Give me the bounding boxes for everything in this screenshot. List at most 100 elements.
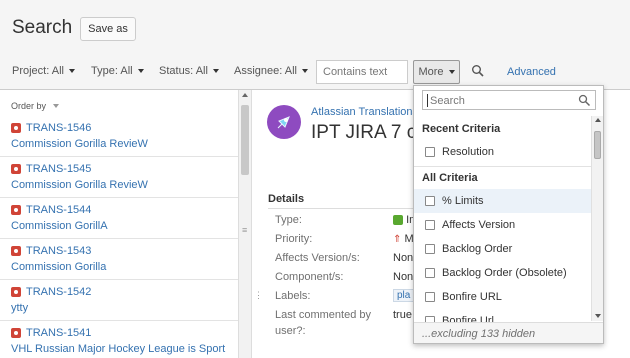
component-value: Non — [393, 271, 414, 283]
criteria-item-backlog-order[interactable]: Backlog Order — [414, 237, 591, 261]
component-label: Component/s: — [275, 271, 344, 283]
issue-summary[interactable]: Commission GorillA — [11, 220, 238, 232]
affects-version-value: Non — [393, 252, 414, 264]
bug-icon — [11, 123, 21, 133]
scroll-down-icon[interactable] — [595, 314, 601, 318]
hidden-criteria-note: ...excluding 133 hidden — [414, 322, 603, 343]
chevron-down-icon — [68, 69, 75, 73]
bug-icon — [11, 205, 21, 215]
advanced-search-link[interactable]: Advanced — [507, 66, 556, 78]
recent-criteria-heading: Recent Criteria — [422, 123, 501, 135]
criteria-item-bonfire-url[interactable]: Bonfire URL — [414, 285, 591, 309]
issue-summary[interactable]: Commission Gorilla RevieW — [11, 138, 238, 150]
checkbox[interactable] — [425, 147, 435, 157]
rocket-icon — [277, 116, 290, 129]
list-item[interactable]: TRANS-1541 VHL Russian Major Hockey Leag… — [0, 321, 238, 358]
issue-key[interactable]: TRANS-1545 — [26, 163, 91, 175]
list-item[interactable]: TRANS-1544 Commission GorillA — [0, 198, 238, 239]
criteria-label: Affects Version — [442, 219, 516, 231]
divider — [268, 208, 418, 209]
issue-summary[interactable]: VHL Russian Major Hockey League is Sport — [11, 343, 238, 355]
order-by-control[interactable]: Order by — [11, 101, 60, 111]
list-scrollbar[interactable] — [238, 90, 251, 358]
scroll-up-icon[interactable] — [242, 93, 248, 97]
more-criteria-dropdown: Search Recent Criteria Resolution All Cr… — [413, 85, 604, 344]
list-item[interactable]: TRANS-1546 Commission Gorilla RevieW — [0, 116, 238, 157]
search-header: Search Save as Project: All Type: All St… — [0, 0, 630, 90]
priority-value: ⇑ M — [393, 233, 414, 245]
list-item[interactable]: TRANS-1543 Commission Gorilla — [0, 239, 238, 280]
bug-icon — [11, 287, 21, 297]
issue-key[interactable]: TRANS-1544 — [26, 204, 91, 216]
scroll-thumb[interactable] — [241, 105, 249, 175]
assignee-filter-label: Assignee: All — [234, 65, 297, 77]
project-link[interactable]: Atlassian Translations — [311, 106, 418, 118]
issue-list-panel: Order by TRANS-1546 Commission Gorilla R… — [0, 90, 252, 358]
panel-resize-handle[interactable]: ≡ — [242, 225, 247, 235]
criteria-item-backlog-order-obsolete[interactable]: Backlog Order (Obsolete) — [414, 261, 591, 285]
dropdown-scrollbar[interactable] — [591, 116, 603, 321]
last-commented-label: Last commented by — [275, 309, 371, 321]
scroll-up-icon[interactable] — [595, 118, 601, 122]
list-item[interactable]: TRANS-1545 Commission Gorilla RevieW — [0, 157, 238, 198]
type-filter-label: Type: All — [91, 65, 133, 77]
chevron-down-icon — [301, 69, 308, 73]
issue-summary[interactable]: ytty — [11, 302, 238, 314]
label-tag[interactable]: pla — [393, 289, 415, 302]
search-icon[interactable] — [471, 64, 485, 78]
status-filter[interactable]: Status: All — [159, 65, 219, 77]
text-search-input[interactable]: Contains text — [316, 60, 408, 84]
criteria-label: Bonfire URL — [442, 291, 502, 303]
checkbox[interactable] — [425, 220, 435, 230]
project-filter-label: Project: All — [12, 65, 64, 77]
issue-key[interactable]: TRANS-1543 — [26, 245, 91, 257]
bug-icon — [11, 246, 21, 256]
checkbox[interactable] — [425, 196, 435, 206]
criteria-search-input[interactable]: Search — [422, 90, 596, 110]
chevron-down-icon — [137, 69, 144, 73]
assignee-filter[interactable]: Assignee: All — [234, 65, 308, 77]
project-avatar — [267, 105, 301, 139]
bug-icon — [11, 328, 21, 338]
list-item[interactable]: TRANS-1542 ytty — [0, 280, 238, 321]
criteria-item-resolution[interactable]: Resolution — [414, 140, 591, 164]
project-filter[interactable]: Project: All — [12, 65, 75, 77]
issue-list: TRANS-1546 Commission Gorilla RevieW TRA… — [0, 116, 238, 358]
chevron-down-icon — [212, 69, 219, 73]
priority-major-icon: ⇑ — [393, 234, 402, 245]
checkbox[interactable] — [425, 292, 435, 302]
more-label: More — [418, 66, 444, 78]
issue-key[interactable]: TRANS-1541 — [26, 327, 91, 339]
criteria-label: Backlog Order — [442, 243, 513, 255]
issue-summary[interactable]: Commission Gorilla — [11, 261, 238, 273]
all-criteria-heading: All Criteria — [422, 172, 478, 184]
bug-icon — [11, 164, 21, 174]
divider — [414, 166, 591, 167]
save-as-button[interactable]: Save as — [80, 17, 136, 41]
more-criteria-button[interactable]: More — [413, 60, 460, 84]
labels-label: Labels: — [275, 290, 311, 302]
page-title: Search — [12, 17, 73, 38]
affects-version-label: Affects Version/s: — [275, 252, 360, 264]
criteria-item-limits[interactable]: % Limits — [414, 189, 591, 213]
type-label: Type: — [275, 214, 302, 226]
scroll-thumb[interactable] — [594, 131, 601, 159]
labels-value: pla — [393, 289, 415, 302]
criteria-search-placeholder: Search — [430, 95, 465, 107]
last-commented-label-2: user?: — [275, 325, 306, 337]
criteria-label: Backlog Order (Obsolete) — [442, 267, 567, 279]
chevron-down-icon — [53, 104, 60, 108]
issue-summary[interactable]: Commission Gorilla RevieW — [11, 179, 238, 191]
checkbox[interactable] — [425, 244, 435, 254]
criteria-item-affects-version[interactable]: Affects Version — [414, 213, 591, 237]
text-cursor — [427, 94, 428, 107]
chevron-down-icon — [448, 70, 455, 74]
order-by-label: Order by — [11, 101, 47, 111]
type-filter[interactable]: Type: All — [91, 65, 144, 77]
criteria-label: Resolution — [442, 146, 494, 158]
details-heading: Details — [268, 193, 305, 205]
issue-key[interactable]: TRANS-1546 — [26, 122, 91, 134]
checkbox[interactable] — [425, 268, 435, 278]
search-icon — [578, 94, 591, 107]
issue-key[interactable]: TRANS-1542 — [26, 286, 91, 298]
